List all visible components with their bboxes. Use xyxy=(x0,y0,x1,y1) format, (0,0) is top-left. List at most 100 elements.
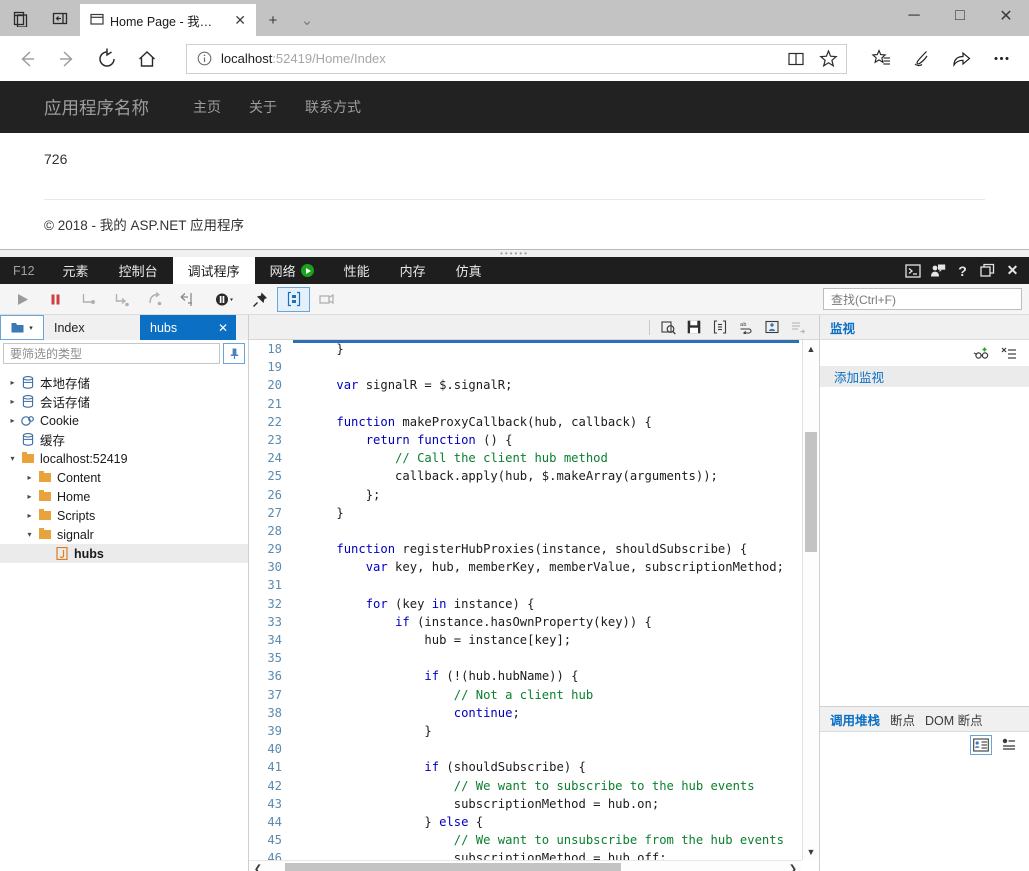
code-line[interactable]: 40 xyxy=(249,740,819,758)
line-number[interactable]: 18 xyxy=(249,340,293,358)
show-callstack-details-icon[interactable] xyxy=(970,735,992,755)
add-watch-icon[interactable] xyxy=(970,343,992,363)
line-number[interactable]: 40 xyxy=(249,740,293,758)
tab-console[interactable]: 控制台 xyxy=(104,257,173,284)
code-line[interactable]: 39 } xyxy=(249,722,819,740)
code-vertical-scrollbar[interactable]: ▲ ▼ xyxy=(802,340,819,860)
tab-performance[interactable]: 性能 xyxy=(329,257,385,284)
home-button[interactable] xyxy=(128,40,166,78)
twisty-collapsed-icon[interactable]: ▸ xyxy=(23,473,36,482)
browser-tab[interactable]: Home Page - 我的 ASP. ✕ xyxy=(80,4,256,36)
code-line[interactable]: 41 if (shouldSubscribe) { xyxy=(249,758,819,776)
code-line[interactable]: 30 var key, hub, memberKey, memberValue,… xyxy=(249,558,819,576)
line-number[interactable]: 21 xyxy=(249,395,293,413)
code-line[interactable]: 22 function makeProxyCallback(hub, callb… xyxy=(249,413,819,431)
code-line[interactable]: 35 xyxy=(249,649,819,667)
file-tab-hubs[interactable]: hubs ✕ xyxy=(140,315,236,340)
undock-window-icon[interactable] xyxy=(975,257,1000,284)
break-on-async-icon[interactable] xyxy=(998,735,1020,755)
twisty-expanded-icon[interactable]: ▾ xyxy=(23,530,36,539)
twisty-collapsed-icon[interactable]: ▸ xyxy=(6,378,19,387)
send-feedback-icon[interactable] xyxy=(925,257,950,284)
window-close-button[interactable]: ✕ xyxy=(983,0,1029,32)
line-number[interactable]: 36 xyxy=(249,667,293,685)
line-number[interactable]: 37 xyxy=(249,686,293,704)
forward-button[interactable] xyxy=(48,40,86,78)
line-number[interactable]: 30 xyxy=(249,558,293,576)
twisty-expanded-icon[interactable]: ▾ xyxy=(6,454,19,463)
file-tab-close-icon[interactable]: ✕ xyxy=(218,321,228,335)
close-devtools-icon[interactable]: ✕ xyxy=(1000,257,1025,284)
line-number[interactable]: 22 xyxy=(249,413,293,431)
tab-watch[interactable]: 监视 xyxy=(830,318,855,337)
twisty-collapsed-icon[interactable]: ▸ xyxy=(6,416,19,425)
tree-item--[interactable]: 缓存 xyxy=(0,430,248,449)
code-line[interactable]: 33 if (instance.hasOwnProperty(key)) { xyxy=(249,613,819,631)
search-in-source-icon[interactable] xyxy=(655,317,681,338)
tab-emulation[interactable]: 仿真 xyxy=(441,257,497,284)
site-info-icon[interactable] xyxy=(197,51,212,66)
tab-dom-breakpoints[interactable]: DOM 断点 xyxy=(925,710,983,729)
window-maximize-button[interactable]: □ xyxy=(937,0,983,32)
line-number[interactable]: 20 xyxy=(249,376,293,394)
line-number[interactable]: 39 xyxy=(249,722,293,740)
continue-button[interactable] xyxy=(6,287,39,312)
share-icon[interactable] xyxy=(941,40,981,78)
tab-preview-icon[interactable] xyxy=(0,0,40,36)
tree-item-signalr[interactable]: ▾ signalr xyxy=(0,525,248,544)
tree-item-hubs[interactable]: hubs xyxy=(0,544,248,563)
tab-debugger[interactable]: 调试程序 xyxy=(172,257,255,284)
tab-network[interactable]: 网络 xyxy=(255,257,329,284)
step-over-button[interactable] xyxy=(72,287,105,312)
line-number[interactable]: 31 xyxy=(249,576,293,594)
code-line[interactable]: 38 continue; xyxy=(249,704,819,722)
tree-item--[interactable]: ▸ 本地存储 xyxy=(0,373,248,392)
file-tab-index[interactable]: Index xyxy=(44,315,140,340)
tab-callstack[interactable]: 调用堆栈 xyxy=(830,710,880,729)
scroll-down-icon[interactable]: ▼ xyxy=(803,843,819,860)
line-number[interactable]: 25 xyxy=(249,467,293,485)
scroll-right-icon[interactable]: ❯ xyxy=(784,864,802,871)
format-document-icon[interactable] xyxy=(707,317,733,338)
code-line[interactable]: 44 } else { xyxy=(249,813,819,831)
code-line[interactable]: 27 } xyxy=(249,504,819,522)
code-line[interactable]: 36 if (!(hub.hubName)) { xyxy=(249,667,819,685)
line-number[interactable]: 41 xyxy=(249,758,293,776)
new-tab-button[interactable]: + xyxy=(256,4,290,36)
code-line[interactable]: 32 for (key in instance) { xyxy=(249,595,819,613)
twisty-collapsed-icon[interactable]: ▸ xyxy=(6,397,19,406)
refresh-button[interactable] xyxy=(88,40,126,78)
pin-filter-button[interactable] xyxy=(223,343,245,364)
line-number[interactable]: 45 xyxy=(249,831,293,849)
code-line[interactable]: 19 xyxy=(249,358,819,376)
tree-item-content[interactable]: ▸ Content xyxy=(0,468,248,487)
line-number[interactable]: 27 xyxy=(249,504,293,522)
site-link-home[interactable]: 主页 xyxy=(179,97,235,117)
line-number[interactable]: 43 xyxy=(249,795,293,813)
type-filter-input[interactable]: 要筛选的类型 xyxy=(3,343,220,364)
code-line[interactable]: 24 // Call the client hub method xyxy=(249,449,819,467)
pretty-print-button[interactable] xyxy=(277,286,310,312)
line-number[interactable]: 35 xyxy=(249,649,293,667)
break-on-new-worker-button[interactable] xyxy=(171,287,204,312)
horizontal-scroll-track[interactable] xyxy=(267,861,784,871)
line-number[interactable]: 44 xyxy=(249,813,293,831)
web-notes-pen-icon[interactable] xyxy=(901,40,941,78)
add-watch-row[interactable]: 添加监视 xyxy=(820,366,1029,387)
line-number[interactable]: 34 xyxy=(249,631,293,649)
line-number[interactable]: 29 xyxy=(249,540,293,558)
set-tabs-aside-icon[interactable] xyxy=(40,0,80,36)
code-line[interactable]: 23 return function () { xyxy=(249,431,819,449)
code-line[interactable]: 34 hub = instance[key]; xyxy=(249,631,819,649)
twisty-collapsed-icon[interactable]: ▸ xyxy=(23,492,36,501)
code-line[interactable]: 43 subscriptionMethod = hub.on; xyxy=(249,795,819,813)
more-options-icon[interactable] xyxy=(981,40,1021,78)
scroll-up-icon[interactable]: ▲ xyxy=(803,340,819,357)
tab-memory[interactable]: 内存 xyxy=(385,257,441,284)
code-line[interactable]: 31 xyxy=(249,576,819,594)
favorites-hub-icon[interactable] xyxy=(861,40,901,78)
code-line[interactable]: 37 // Not a client hub xyxy=(249,686,819,704)
tree-item-localhost-52419[interactable]: ▾ localhost:52419 xyxy=(0,449,248,468)
horizontal-scroll-thumb[interactable] xyxy=(285,862,621,871)
code-line[interactable]: 26 }; xyxy=(249,486,819,504)
